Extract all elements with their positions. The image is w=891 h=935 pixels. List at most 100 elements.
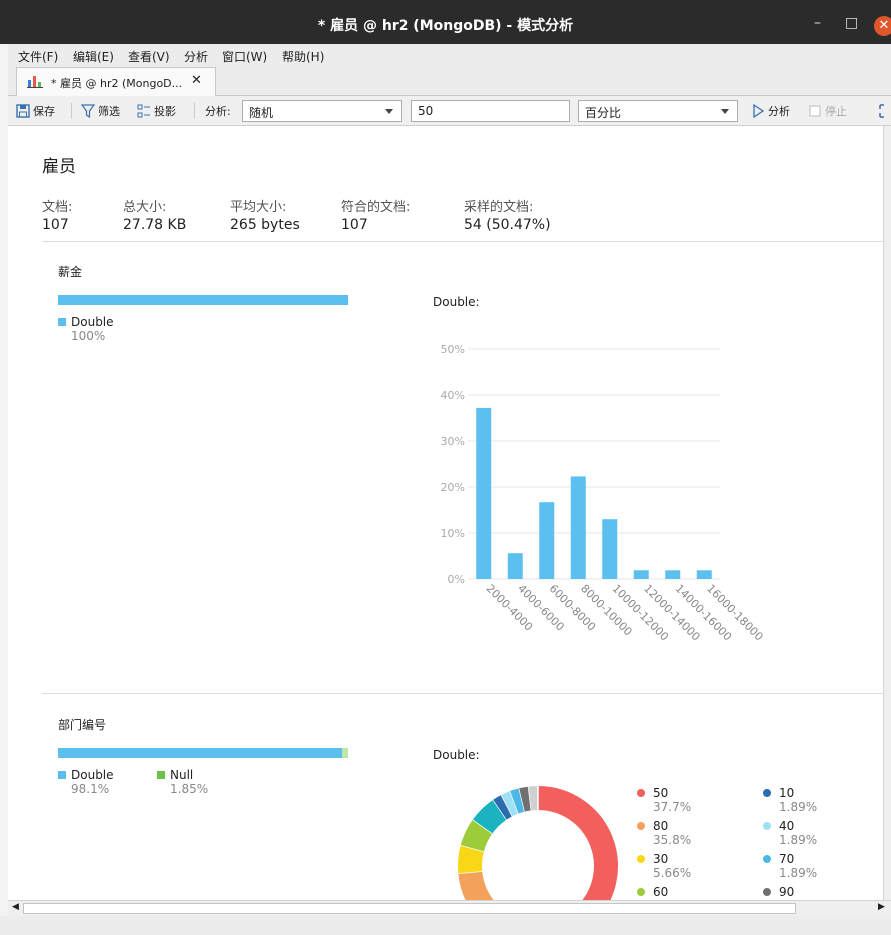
chevron-down-icon (721, 109, 729, 114)
slice-percent: 37.7% (653, 800, 692, 814)
tab-close-icon[interactable]: ✕ (191, 73, 202, 88)
y-tick-label: 40% (441, 389, 465, 402)
menu-analyze[interactable]: 分析 (184, 48, 208, 65)
close-window-button[interactable]: ✕ (874, 16, 891, 36)
vertical-scrollbar[interactable] (883, 126, 891, 900)
type-name: Double (71, 315, 114, 329)
slice-label: 40 (779, 819, 795, 833)
stat-avg-size-value: 265 bytes (230, 217, 300, 233)
tab-schema-analysis[interactable]: * 雇员 @ hr2 (MongoD... ✕ (16, 67, 216, 96)
legend-dot (637, 888, 645, 896)
histogram-bar[interactable] (570, 476, 586, 579)
filter-label: 筛选 (98, 105, 120, 118)
type-name: Null (170, 768, 194, 782)
chevron-down-icon (385, 109, 393, 114)
type-bar-segment (58, 295, 348, 305)
type-legend-item: Null 1.85% (157, 768, 208, 796)
field-name-salary: 薪金 (58, 265, 83, 279)
slice-percent: 5.66% (653, 866, 692, 880)
salary-histogram: 0%10%20%30%40%50%2000-40004000-60006000-… (441, 343, 763, 643)
pie-legend-item: 60 (637, 885, 668, 899)
analyze-mode-label: 分析: (205, 105, 231, 118)
field-name-department-id: 部门编号 (58, 718, 107, 732)
window-title: * 雇员 @ hr2 (MongoDB) - 模式分析 (317, 18, 574, 34)
horizontal-scrollbar[interactable]: ◀ ▶ (8, 900, 891, 916)
scrollbar-thumb[interactable] (23, 903, 796, 914)
type-bar-segment (342, 748, 348, 758)
analysis-panel: 雇员 文档: 107 总大小: 27.78 KB 平均大小: 265 bytes… (8, 126, 887, 900)
stat-sampled-value: 54 (50.47%) (464, 217, 551, 233)
pie-slice[interactable] (501, 791, 519, 817)
pie-slice[interactable] (537, 786, 618, 900)
type-distribution-bar (58, 295, 348, 305)
y-tick-label: 50% (441, 343, 465, 356)
maximize-button[interactable]: □ (845, 14, 858, 32)
menu-window[interactable]: 窗口(W) (222, 48, 267, 65)
stat-matched-value: 107 (341, 217, 368, 233)
pie-slice[interactable] (472, 799, 508, 834)
chart-icon (27, 76, 43, 88)
stat-total-size-label: 总大小: (123, 200, 167, 215)
scroll-left-icon[interactable]: ◀ (12, 902, 19, 912)
histogram-bar[interactable] (539, 502, 555, 579)
department-pie-chart (458, 786, 618, 900)
histogram-title: Double: (433, 295, 480, 309)
save-icon (16, 104, 30, 118)
legend-swatch (58, 318, 66, 326)
type-percent: 100% (71, 329, 106, 343)
legend-swatch (157, 771, 165, 779)
legend-dot (637, 855, 645, 863)
legend-dot (637, 789, 645, 797)
toolbar: 保存 筛选 投影 分析: 随机 50 百分比 分析 停止 (8, 96, 891, 126)
projection-icon (137, 104, 150, 118)
menu-edit[interactable]: 编辑(E) (73, 48, 114, 65)
sampling-mode-select[interactable]: 随机 (242, 100, 402, 122)
stop-button[interactable]: 停止 (808, 103, 847, 119)
tab-bar: * 雇员 @ hr2 (MongoD... ✕ (8, 67, 891, 96)
pie-slice[interactable] (493, 794, 513, 820)
unit-value: 百分比 (585, 106, 622, 120)
pie-slice[interactable] (460, 819, 493, 852)
histogram-bar[interactable] (665, 570, 681, 579)
slice-label: 70 (779, 852, 795, 866)
slice-label: 90 (779, 885, 795, 899)
filter-button[interactable]: 筛选 (81, 103, 120, 119)
y-tick-label: 30% (441, 435, 465, 448)
save-button[interactable]: 保存 (16, 103, 55, 119)
sample-count-input[interactable]: 50 (411, 100, 570, 122)
y-tick-label: 10% (441, 527, 465, 540)
legend-dot (637, 822, 645, 830)
pie-slice[interactable] (519, 786, 532, 812)
pie-slice[interactable] (458, 870, 585, 900)
menu-help[interactable]: 帮助(H) (282, 48, 324, 65)
minimize-button[interactable]: – (814, 14, 821, 32)
sampling-mode-value: 随机 (249, 106, 274, 120)
divider (42, 241, 887, 242)
play-icon (753, 104, 765, 118)
stat-total-size-value: 27.78 KB (123, 217, 187, 233)
histogram-bar[interactable] (696, 570, 712, 579)
run-analysis-button[interactable]: 分析 (751, 103, 790, 119)
menu-file[interactable]: 文件(F) (18, 48, 58, 65)
filter-icon (81, 104, 95, 118)
histogram-bar[interactable] (476, 407, 492, 579)
unit-select[interactable]: 百分比 (578, 100, 738, 122)
expand-icon[interactable] (879, 104, 891, 118)
pie-legend-item: 70 1.89% (763, 852, 817, 880)
pie-legend-item: 10 1.89% (763, 786, 817, 814)
stat-sampled-label: 采样的文档: (464, 200, 534, 215)
title-bar: * 雇员 @ hr2 (MongoDB) - 模式分析 – □ ✕ (0, 0, 891, 44)
legend-swatch (58, 771, 66, 779)
pie-legend-item: 50 37.7% (637, 786, 691, 814)
scroll-right-icon[interactable]: ▶ (878, 902, 885, 912)
slice-label: 60 (653, 885, 669, 899)
histogram-bar[interactable] (507, 553, 523, 579)
pie-slice[interactable] (458, 845, 485, 874)
legend-dot (763, 888, 771, 896)
legend-dot (763, 822, 771, 830)
histogram-bar[interactable] (633, 570, 649, 579)
histogram-bar[interactable] (602, 519, 618, 579)
pie-slice[interactable] (510, 788, 525, 814)
menu-view[interactable]: 查看(V) (128, 48, 170, 65)
project-button[interactable]: 投影 (137, 103, 176, 119)
